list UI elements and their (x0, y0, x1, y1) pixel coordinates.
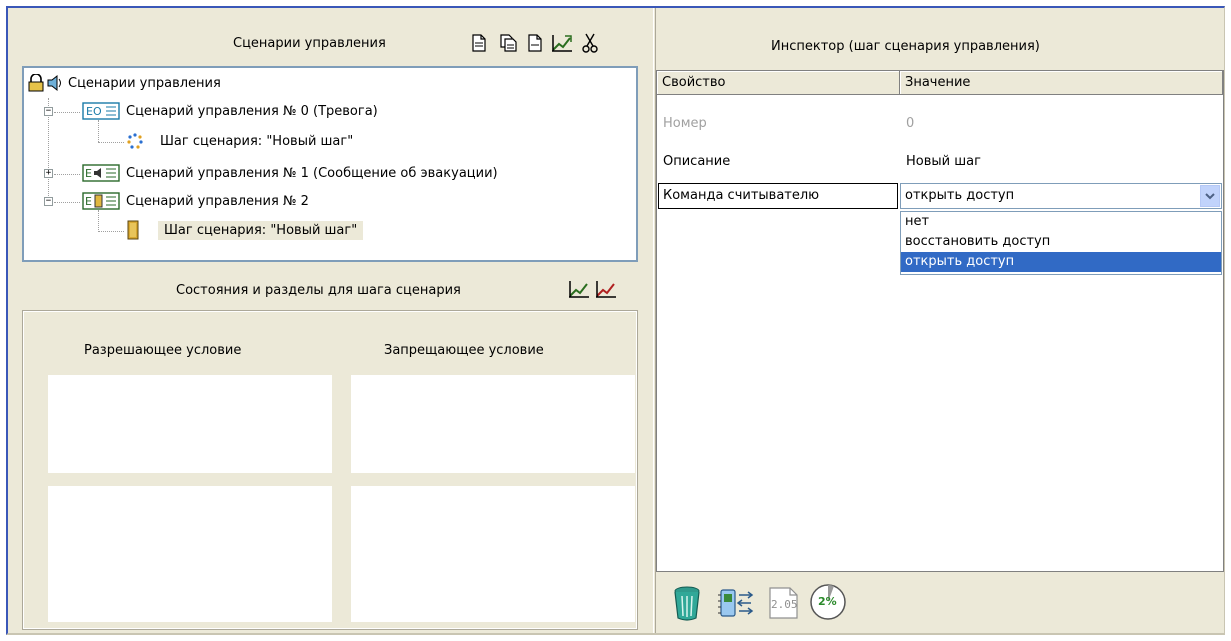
new-document-icon (472, 34, 486, 52)
blank-document-icon (528, 34, 542, 52)
device-io-icon (718, 589, 754, 617)
scenarios-tree[interactable]: Сценарии управления − EO Сценарий управл… (22, 66, 638, 262)
tree-connector (98, 210, 99, 232)
progress-button[interactable]: 2% (808, 582, 848, 622)
column-header-property[interactable]: Свойство (657, 71, 900, 95)
edit-chart-icon (569, 281, 589, 298)
conditions-panel: Разрешающее условие Запрещающее условие (22, 310, 638, 630)
progress-percent-label: 2% (818, 595, 837, 608)
property-reader-command-cell[interactable]: Команда считывателю (658, 183, 898, 209)
edit-chart-icon (552, 35, 572, 52)
tree-connector (54, 202, 80, 203)
allow-condition-box-top[interactable] (48, 375, 332, 473)
chevron-down-icon (1205, 193, 1215, 200)
reader-command-select-value: открыть доступ (905, 188, 1015, 203)
deny-condition-box-bottom[interactable] (351, 486, 635, 622)
tree-connector (98, 231, 124, 232)
blank-document-button[interactable] (524, 32, 546, 54)
deny-condition-label: Запрещающее условие (384, 343, 544, 358)
property-number-label: Номер (663, 116, 707, 131)
tree-expander[interactable]: − (44, 197, 53, 206)
reader-command-dropdown-list[interactable]: нет восстановить доступ открыть доступ (900, 211, 1222, 275)
tree-connector (98, 142, 124, 143)
tree-node-scenario-0[interactable]: EO Сценарий управления № 0 (Тревога) (82, 102, 378, 120)
dropdown-option[interactable]: восстановить доступ (901, 232, 1221, 252)
trash-bin-icon (674, 586, 700, 621)
tree-node-step[interactable]: Шаг сценария: "Новый шаг" (126, 132, 353, 150)
tree-node-label: Сценарий управления № 1 (Сообщение об эв… (126, 165, 498, 181)
main-window: Сценарии управления Сценарии управления … (6, 6, 1225, 635)
copy-document-icon (500, 34, 517, 52)
deny-condition-box-top[interactable] (351, 375, 635, 473)
property-description-value[interactable]: Новый шаг (906, 151, 981, 173)
tree-root[interactable]: Сценарии управления (28, 74, 221, 92)
edit-chart-button[interactable] (551, 32, 573, 54)
copy-document-button[interactable] (498, 32, 520, 54)
svg-text:E: E (85, 195, 92, 208)
property-reader-command-label: Команда считывателю (663, 188, 820, 203)
door-scenario-icon: E (82, 192, 120, 210)
scenarios-panel-title: Сценарии управления (233, 36, 386, 51)
tree-node-step-selected[interactable]: Шаг сценария: "Новый шаг" (126, 220, 364, 240)
tree-expander[interactable]: + (44, 169, 53, 178)
conditions-panel-title: Состояния и разделы для шага сценария (176, 283, 461, 298)
device-properties-button[interactable] (716, 586, 756, 620)
tree-connector (98, 120, 99, 142)
inspector-grid: Свойство Значение Номер 0 Описание Новый… (656, 70, 1224, 572)
inspector-title: Инспектор (шаг сценария управления) (771, 39, 1040, 54)
evacuation-scenario-icon: E (82, 164, 120, 182)
column-header-value[interactable]: Значение (900, 71, 1223, 95)
tree-node-label: Шаг сценария: "Новый шаг" (158, 220, 364, 240)
inspector-bottom-toolbar: 2.05 2% (656, 574, 1224, 632)
scenario-root-icon (28, 74, 61, 92)
allow-condition-box-bottom[interactable] (48, 486, 332, 622)
cut-button[interactable] (579, 32, 601, 54)
tree-expander[interactable]: − (44, 107, 53, 116)
version-button[interactable]: 2.05 (766, 586, 800, 620)
delete-button[interactable] (670, 584, 704, 622)
edit-allow-condition-button[interactable] (568, 278, 590, 300)
property-number-value: 0 (906, 116, 915, 131)
svg-text:E: E (85, 167, 92, 180)
tree-node-label: Сценарий управления № 2 (126, 193, 309, 209)
tree-connector (54, 174, 80, 175)
property-description-label: Описание (663, 154, 731, 169)
edit-deny-condition-button[interactable] (595, 278, 617, 300)
step-spinner-icon (127, 133, 143, 149)
tree-node-scenario-2[interactable]: E Сценарий управления № 2 (82, 192, 309, 210)
conditions-panel-inner: Разрешающее условие Запрещающее условие (24, 312, 636, 628)
cut-icon (582, 33, 598, 53)
tree-node-label: Шаг сценария: "Новый шаг" (160, 133, 354, 149)
svg-text:EO: EO (86, 105, 102, 118)
reader-command-select[interactable]: открыть доступ (900, 183, 1222, 209)
tree-node-label: Сценарий управления № 0 (Тревога) (126, 103, 378, 119)
new-document-button[interactable] (468, 32, 490, 54)
version-label: 2.05 (771, 598, 798, 611)
dropdown-option[interactable]: нет (901, 212, 1221, 232)
dropdown-arrow-button[interactable] (1200, 185, 1220, 207)
alarm-scenario-icon: EO (82, 102, 120, 120)
dropdown-option-selected[interactable]: открыть доступ (901, 252, 1221, 272)
door-step-icon (127, 220, 139, 240)
allow-condition-label: Разрешающее условие (84, 343, 242, 358)
tree-root-label: Сценарии управления (68, 75, 221, 91)
tree-node-scenario-1[interactable]: E Сценарий управления № 1 (Сообщение об … (82, 164, 498, 182)
tree-connector (54, 112, 80, 113)
edit-chart-red-icon (596, 281, 616, 298)
